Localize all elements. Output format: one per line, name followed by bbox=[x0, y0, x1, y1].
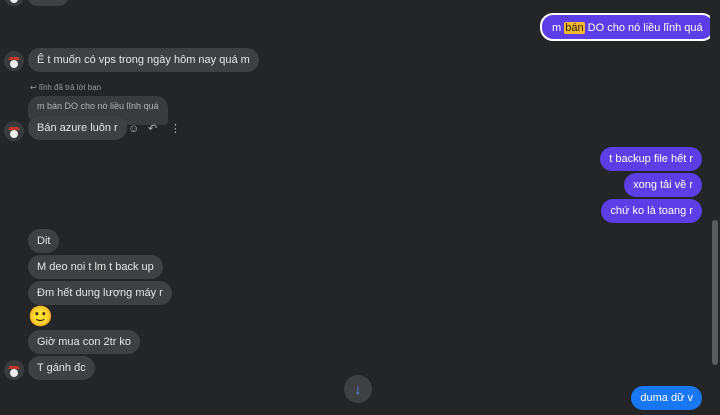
search-highlight: bán bbox=[564, 22, 585, 34]
incoming-message[interactable]: Giờ mua con 2tr ko bbox=[28, 330, 141, 354]
avatar[interactable] bbox=[4, 121, 24, 141]
outgoing-message[interactable]: duma dữ v bbox=[631, 386, 702, 410]
reply-arrow-icon: ↩ bbox=[30, 83, 37, 92]
emoji-message[interactable]: 🙂 bbox=[28, 305, 53, 329]
more-options-icon[interactable]: ⋮ bbox=[170, 123, 181, 135]
partial-incoming-bubble bbox=[28, 0, 68, 6]
incoming-message[interactable]: Dit bbox=[28, 229, 60, 253]
incoming-message[interactable]: Ê t muốn có vps trong ngày hôm nay quá m bbox=[28, 48, 259, 72]
reply-indicator: ↩ lĩnh đã trả lời bạn bbox=[30, 83, 101, 92]
incoming-message[interactable]: T gánh đc bbox=[28, 356, 95, 380]
incoming-message[interactable]: Bán azure luôn r bbox=[28, 116, 127, 140]
avatar[interactable] bbox=[4, 51, 24, 71]
scroll-to-bottom-button[interactable]: ↓ bbox=[344, 375, 372, 403]
scrollbar-thumb[interactable] bbox=[712, 220, 718, 365]
outgoing-message[interactable]: t backup file hết r bbox=[600, 147, 702, 171]
message-text-post: DO cho nó liều lĩnh quá bbox=[584, 22, 703, 34]
reply-label-text: lĩnh đã trả lời bạn bbox=[38, 83, 102, 92]
incoming-message[interactable]: M deo noi t lm t back up bbox=[28, 255, 163, 279]
searched-outgoing-message[interactable]: m bán DO cho nó liều lĩnh quá bbox=[540, 13, 715, 41]
avatar[interactable] bbox=[4, 360, 24, 380]
arrow-down-icon: ↓ bbox=[354, 381, 362, 397]
avatar[interactable] bbox=[4, 0, 24, 6]
incoming-message[interactable]: Đm hết dung lượng máy r bbox=[28, 281, 172, 305]
reply-icon[interactable]: ↶ bbox=[148, 123, 157, 135]
outgoing-message[interactable]: chứ ko là toang r bbox=[601, 199, 702, 223]
message-text-pre: m bbox=[552, 22, 565, 34]
outgoing-message[interactable]: xong tải về r bbox=[624, 173, 702, 197]
react-icon[interactable]: ☺ bbox=[128, 123, 139, 135]
